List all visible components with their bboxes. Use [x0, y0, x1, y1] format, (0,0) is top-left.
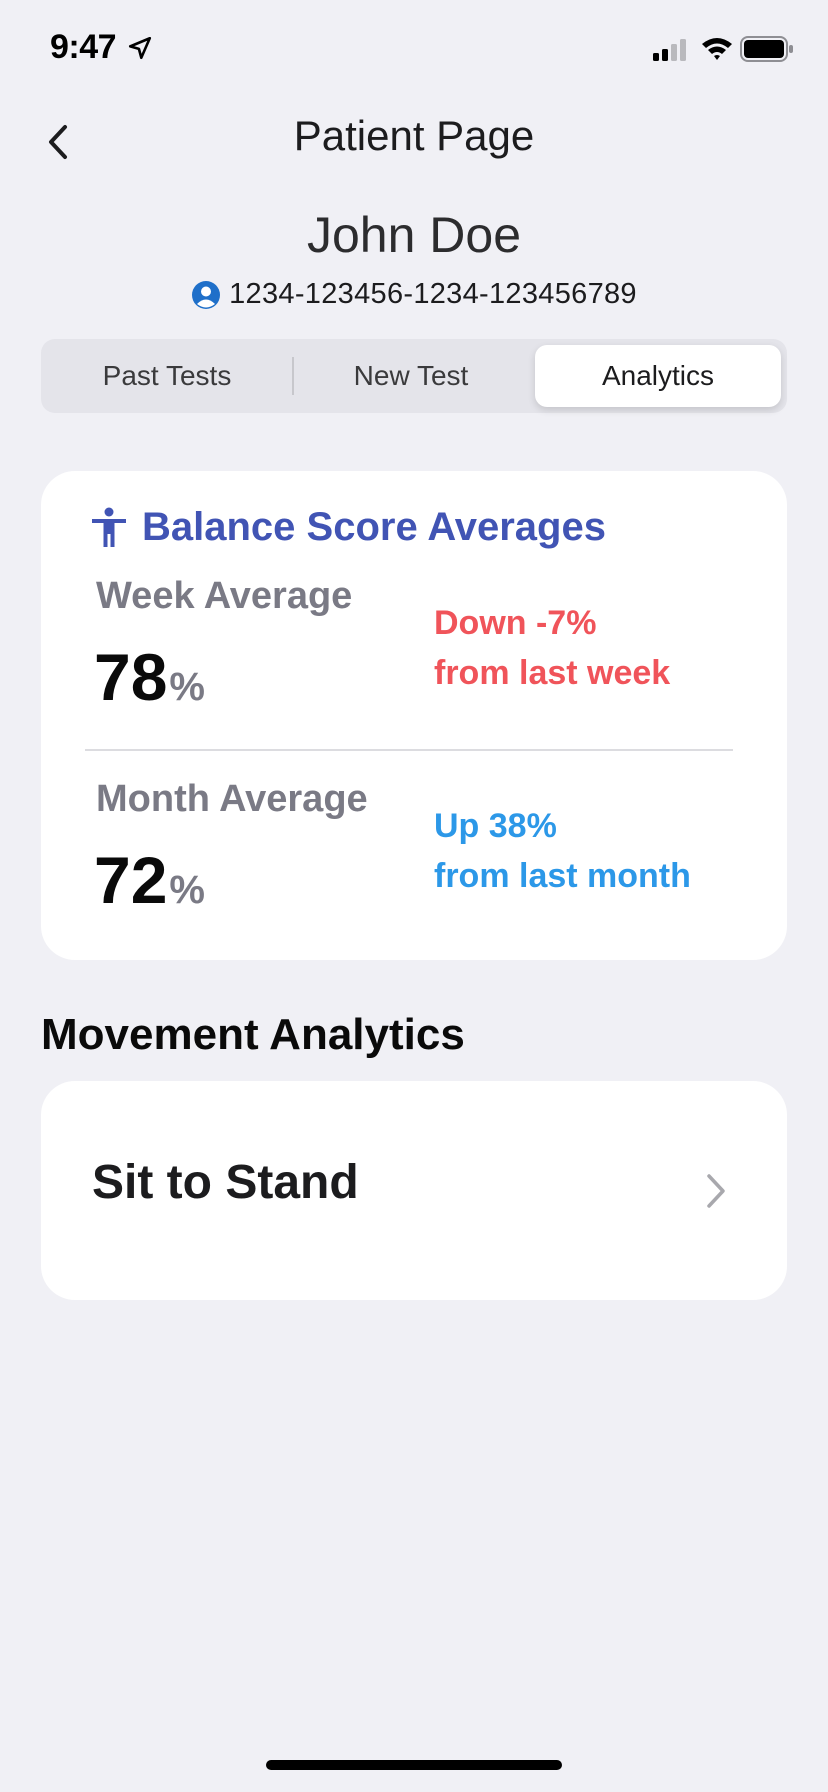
wifi-icon [702, 38, 732, 60]
week-average-unit: % [169, 665, 205, 709]
tab-analytics[interactable]: Analytics [535, 345, 781, 407]
week-average-label: Week Average [96, 575, 353, 617]
status-time: 9:47 [50, 28, 117, 66]
user-circle-icon [192, 280, 221, 309]
card-divider [85, 749, 733, 751]
month-trend-period: from last month [434, 857, 691, 895]
tab-bar: Past Tests New Test Analytics [41, 339, 787, 413]
patient-name: John Doe [306, 207, 522, 263]
balance-card-title: Balance Score Averages [142, 505, 606, 549]
sit-to-stand-row[interactable]: Sit to Stand [41, 1081, 787, 1300]
cellular-signal-icon [653, 39, 686, 61]
balance-score-card: Balance Score Averages Week Average 78 %… [41, 471, 787, 960]
patient-id: 1234-123456-1234-123456789 [229, 278, 637, 310]
home-indicator[interactable] [266, 1760, 562, 1770]
month-average-number: 72 [94, 843, 168, 917]
tab-past-tests[interactable]: Past Tests [41, 339, 293, 413]
movement-analytics-title: Movement Analytics [41, 1010, 465, 1059]
page-title: Patient Page [293, 112, 535, 159]
status-bar: 9:47 [0, 0, 828, 100]
week-trend: Down -7% from last week [434, 598, 670, 698]
sit-to-stand-label: Sit to Stand [92, 1156, 359, 1209]
week-average-value: 78 % [94, 639, 205, 715]
patient-id-row: 1234-123456-1234-123456789 [0, 278, 828, 311]
week-average-number: 78 [94, 640, 168, 714]
balance-card-header: Balance Score Averages [90, 505, 606, 550]
battery-icon [740, 36, 793, 62]
week-trend-period: from last week [434, 654, 671, 692]
month-trend-change: Up 38% [434, 807, 557, 845]
week-trend-change: Down -7% [434, 604, 597, 642]
location-arrow-icon [128, 36, 152, 60]
chevron-right-icon [707, 1174, 725, 1208]
month-trend: Up 38% from last month [434, 801, 691, 901]
accessibility-person-icon [92, 507, 126, 547]
month-average-value: 72 % [94, 842, 205, 918]
month-average-label: Month Average [96, 778, 368, 820]
tab-new-test[interactable]: New Test [293, 339, 529, 413]
month-average-unit: % [169, 868, 205, 912]
